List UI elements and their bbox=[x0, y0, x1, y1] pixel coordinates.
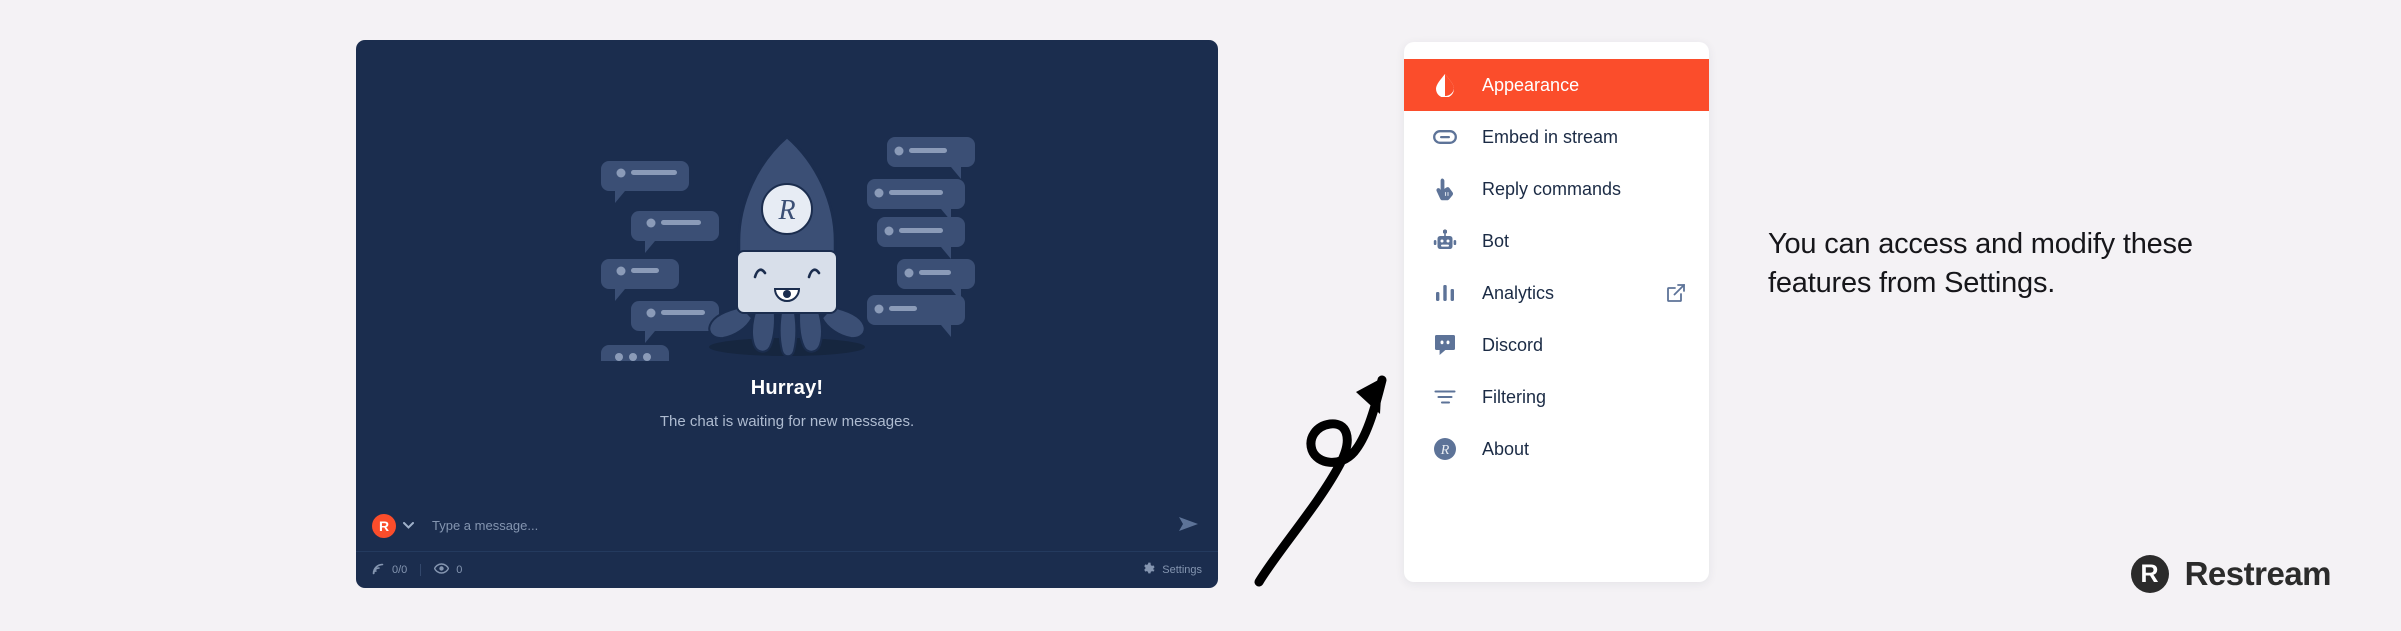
menu-item-discord[interactable]: Discord bbox=[1404, 319, 1709, 371]
slide-root: R Hurray! The chat is waiting for new me… bbox=[0, 0, 2401, 631]
svg-text:R: R bbox=[777, 195, 795, 226]
connections-value: 0/0 bbox=[392, 564, 408, 576]
statusbar-divider bbox=[420, 564, 422, 576]
link-icon bbox=[1432, 124, 1458, 150]
restream-logo: R Restream bbox=[2130, 555, 2332, 593]
settings-button[interactable]: Settings bbox=[1141, 562, 1202, 579]
message-input[interactable] bbox=[432, 518, 1178, 533]
menu-label: Discord bbox=[1482, 334, 1544, 355]
restream-r-icon: R bbox=[1432, 436, 1458, 462]
chat-window: R Hurray! The chat is waiting for new me… bbox=[356, 40, 1218, 588]
chat-composer: R bbox=[356, 500, 1218, 552]
menu-label: About bbox=[1482, 438, 1530, 459]
callout-text: You can access and modify these features… bbox=[1768, 228, 2193, 299]
connections-status: 0/0 bbox=[372, 562, 407, 578]
eye-icon bbox=[434, 563, 450, 577]
menu-label: Filtering bbox=[1482, 386, 1547, 407]
curved-arrow bbox=[1254, 375, 1387, 587]
chat-statusbar: 0/0 0 Settings bbox=[356, 552, 1218, 588]
menu-item-appearance[interactable]: Appearance bbox=[1404, 59, 1709, 111]
send-icon bbox=[1178, 515, 1200, 536]
rocket-robot-illustration: R bbox=[601, 134, 975, 361]
empty-state-title: Hurray! bbox=[750, 376, 824, 399]
tap-hand-icon bbox=[1432, 176, 1458, 202]
droplet-half-icon bbox=[1432, 72, 1458, 98]
menu-label: Reply commands bbox=[1482, 178, 1622, 199]
empty-state-subtitle: The chat is waiting for new messages. bbox=[659, 412, 915, 430]
menu-label: Analytics bbox=[1482, 282, 1555, 303]
gear-icon bbox=[1141, 562, 1155, 579]
menu-label: Appearance bbox=[1482, 74, 1580, 95]
settings-label: Settings bbox=[1162, 564, 1202, 576]
settings-menu-panel: Appearance Embed in stream Reply command… bbox=[1404, 42, 1709, 582]
menu-item-reply-commands[interactable]: Reply commands bbox=[1404, 163, 1709, 215]
menu-item-bot[interactable]: Bot bbox=[1404, 215, 1709, 267]
chat-empty-state: R Hurray! The chat is waiting for new me… bbox=[356, 40, 1218, 500]
broadcast-icon bbox=[372, 562, 385, 578]
external-link-icon[interactable] bbox=[1667, 284, 1685, 302]
svg-text:R: R bbox=[1440, 443, 1450, 458]
filter-icon bbox=[1432, 384, 1458, 410]
send-button[interactable] bbox=[1178, 515, 1200, 536]
restream-logo-mark: R bbox=[2130, 555, 2169, 593]
robot-icon bbox=[1432, 228, 1458, 254]
avatar[interactable]: R bbox=[372, 513, 396, 538]
menu-label: Bot bbox=[1482, 230, 1510, 251]
restream-logo-wordmark: Restream bbox=[2184, 555, 2332, 592]
viewers-value: 0 bbox=[456, 564, 463, 576]
menu-label: Embed in stream bbox=[1482, 126, 1619, 147]
chevron-down-icon[interactable] bbox=[403, 522, 414, 529]
discord-icon bbox=[1432, 332, 1458, 358]
bar-chart-icon bbox=[1432, 280, 1458, 306]
menu-item-filtering[interactable]: Filtering bbox=[1404, 371, 1709, 423]
menu-item-analytics[interactable]: Analytics bbox=[1404, 267, 1709, 319]
viewers-status: 0 bbox=[434, 563, 462, 577]
menu-item-about[interactable]: R About bbox=[1404, 423, 1709, 475]
menu-item-embed-in-stream[interactable]: Embed in stream bbox=[1404, 111, 1709, 163]
